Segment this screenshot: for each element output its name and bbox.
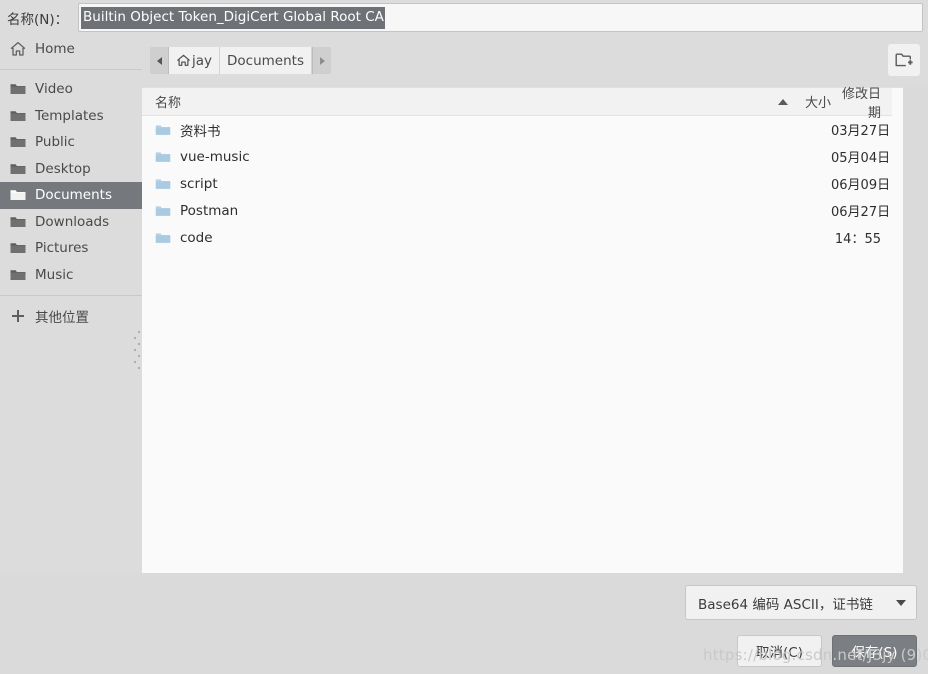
sidebar-item-label: Public	[35, 134, 75, 151]
breadcrumb-item-home-label: jay	[192, 52, 213, 69]
file-name-cell: script	[142, 176, 795, 192]
file-name-label: 资料书	[180, 123, 221, 140]
file-list-row[interactable]: code 14：55	[142, 224, 903, 251]
sidebar-item-label: Video	[35, 81, 73, 98]
sidebar-item-music[interactable]: Music	[0, 262, 142, 289]
sidebar-resize-grip[interactable]	[134, 331, 141, 369]
column-header-name[interactable]: 名称	[142, 92, 778, 111]
sidebar-item-public[interactable]: Public	[0, 129, 142, 156]
sidebar-item-label: Desktop	[35, 160, 91, 177]
folder-icon	[10, 137, 26, 148]
folder-icon	[10, 111, 26, 121]
breadcrumb: jay Documents	[150, 47, 331, 74]
file-list-header: 名称 大小 修改日期	[142, 87, 903, 121]
file-name-cell: code	[142, 230, 795, 246]
sort-ascending-icon	[778, 98, 788, 105]
folder-icon	[155, 151, 171, 162]
file-list: 名称 大小 修改日期 资料书 03月27日 vue-music 05月04日 scrip…	[142, 87, 903, 574]
file-list-scrollbar[interactable]	[892, 88, 903, 574]
breadcrumb-item-documents[interactable]: Documents	[220, 47, 312, 74]
file-format-select[interactable]: Base64 编码 ASCII，证书链	[685, 585, 917, 620]
sidebar-divider-1	[0, 69, 142, 70]
folder-icon	[10, 217, 26, 227]
folder-icon	[10, 164, 26, 174]
sidebar-item-label: Templates	[35, 107, 104, 124]
sidebar-item-other-locations[interactable]: 其他位置	[0, 303, 142, 330]
filename-input-value: Builtin Object Token_DigiCert Global Roo…	[81, 6, 385, 29]
chevron-left-icon	[156, 56, 162, 65]
save-button[interactable]: 保存(S)	[832, 635, 917, 667]
breadcrumb-forward-button[interactable]	[312, 47, 331, 74]
file-name-label: Postman	[180, 202, 239, 219]
file-name-label: script	[180, 175, 218, 192]
chevron-down-icon	[896, 599, 906, 606]
folder-icon	[10, 270, 26, 280]
sidebar-item-downloads[interactable]: Downloads	[0, 209, 142, 236]
sidebar-item-documents[interactable]: Documents	[0, 182, 142, 209]
home-icon	[10, 41, 26, 56]
folder-icon	[155, 205, 171, 216]
file-list-row[interactable]: Postman 06月27日	[142, 197, 903, 224]
folder-icon	[155, 178, 171, 189]
path-toolbar: jay Documents	[142, 35, 928, 87]
sidebar-item-home-label: Home	[35, 41, 75, 57]
file-list-rows: 资料书 03月27日 vue-music 05月04日 script 06月09日 Post…	[142, 116, 903, 251]
breadcrumb-item-documents-label: Documents	[227, 52, 304, 69]
file-list-row[interactable]: 资料书 03月27日	[142, 116, 903, 143]
folder-icon	[10, 243, 26, 254]
folder-icon	[10, 84, 26, 95]
name-row: 名称(N)： Builtin Object Token_DigiCert Glo…	[0, 0, 928, 35]
breadcrumb-item-home[interactable]: jay	[169, 47, 221, 74]
filename-input[interactable]: Builtin Object Token_DigiCert Global Roo…	[78, 3, 923, 32]
file-name-cell: 资料书	[142, 120, 795, 140]
chevron-right-icon	[319, 56, 325, 65]
sidebar-item-label: Music	[35, 266, 74, 283]
file-name-label: vue-music	[180, 148, 250, 165]
sidebar-places-list: Video Templates Public Desktop Documents Down…	[0, 76, 142, 288]
file-format-select-value: Base64 编码 ASCII，证书链	[698, 596, 873, 613]
file-list-row[interactable]: vue-music 05月04日	[142, 143, 903, 170]
file-name-label: code	[180, 229, 213, 246]
folder-icon	[10, 190, 26, 201]
sidebar-item-pictures[interactable]: Pictures	[0, 235, 142, 262]
folder-icon	[155, 124, 171, 135]
sidebar-item-desktop[interactable]: Desktop	[0, 156, 142, 183]
file-save-dialog: 名称(N)： Builtin Object Token_DigiCert Glo…	[0, 0, 928, 674]
sidebar-item-label: Documents	[35, 187, 112, 204]
home-icon	[177, 54, 190, 66]
dialog-footer: Base64 编码 ASCII，证书链 取消(C) 保存(S)	[0, 573, 928, 674]
file-name-cell: vue-music	[142, 149, 795, 165]
plus-icon	[9, 308, 27, 324]
folder-icon	[155, 232, 171, 243]
sidebar-item-home[interactable]: Home	[0, 35, 142, 63]
create-folder-button[interactable]	[888, 44, 920, 76]
dialog-buttons: 取消(C) 保存(S)	[737, 635, 917, 667]
sidebar-item-other-locations-label: 其他位置	[35, 310, 89, 327]
file-name-cell: Postman	[142, 203, 795, 219]
sidebar-item-templates[interactable]: Templates	[0, 103, 142, 130]
breadcrumb-back-button[interactable]	[150, 47, 169, 74]
sidebar-item-video[interactable]: Video	[0, 76, 142, 103]
cancel-button[interactable]: 取消(C)	[737, 635, 822, 667]
new-folder-icon	[895, 53, 913, 66]
name-field-label: 名称(N)：	[7, 11, 69, 28]
sidebar-divider-2	[0, 295, 142, 296]
file-list-row[interactable]: script 06月09日	[142, 170, 903, 197]
sidebar-item-label: Pictures	[35, 240, 89, 257]
sidebar-item-label: Downloads	[35, 213, 110, 230]
column-header-size[interactable]: 大小	[795, 92, 831, 111]
